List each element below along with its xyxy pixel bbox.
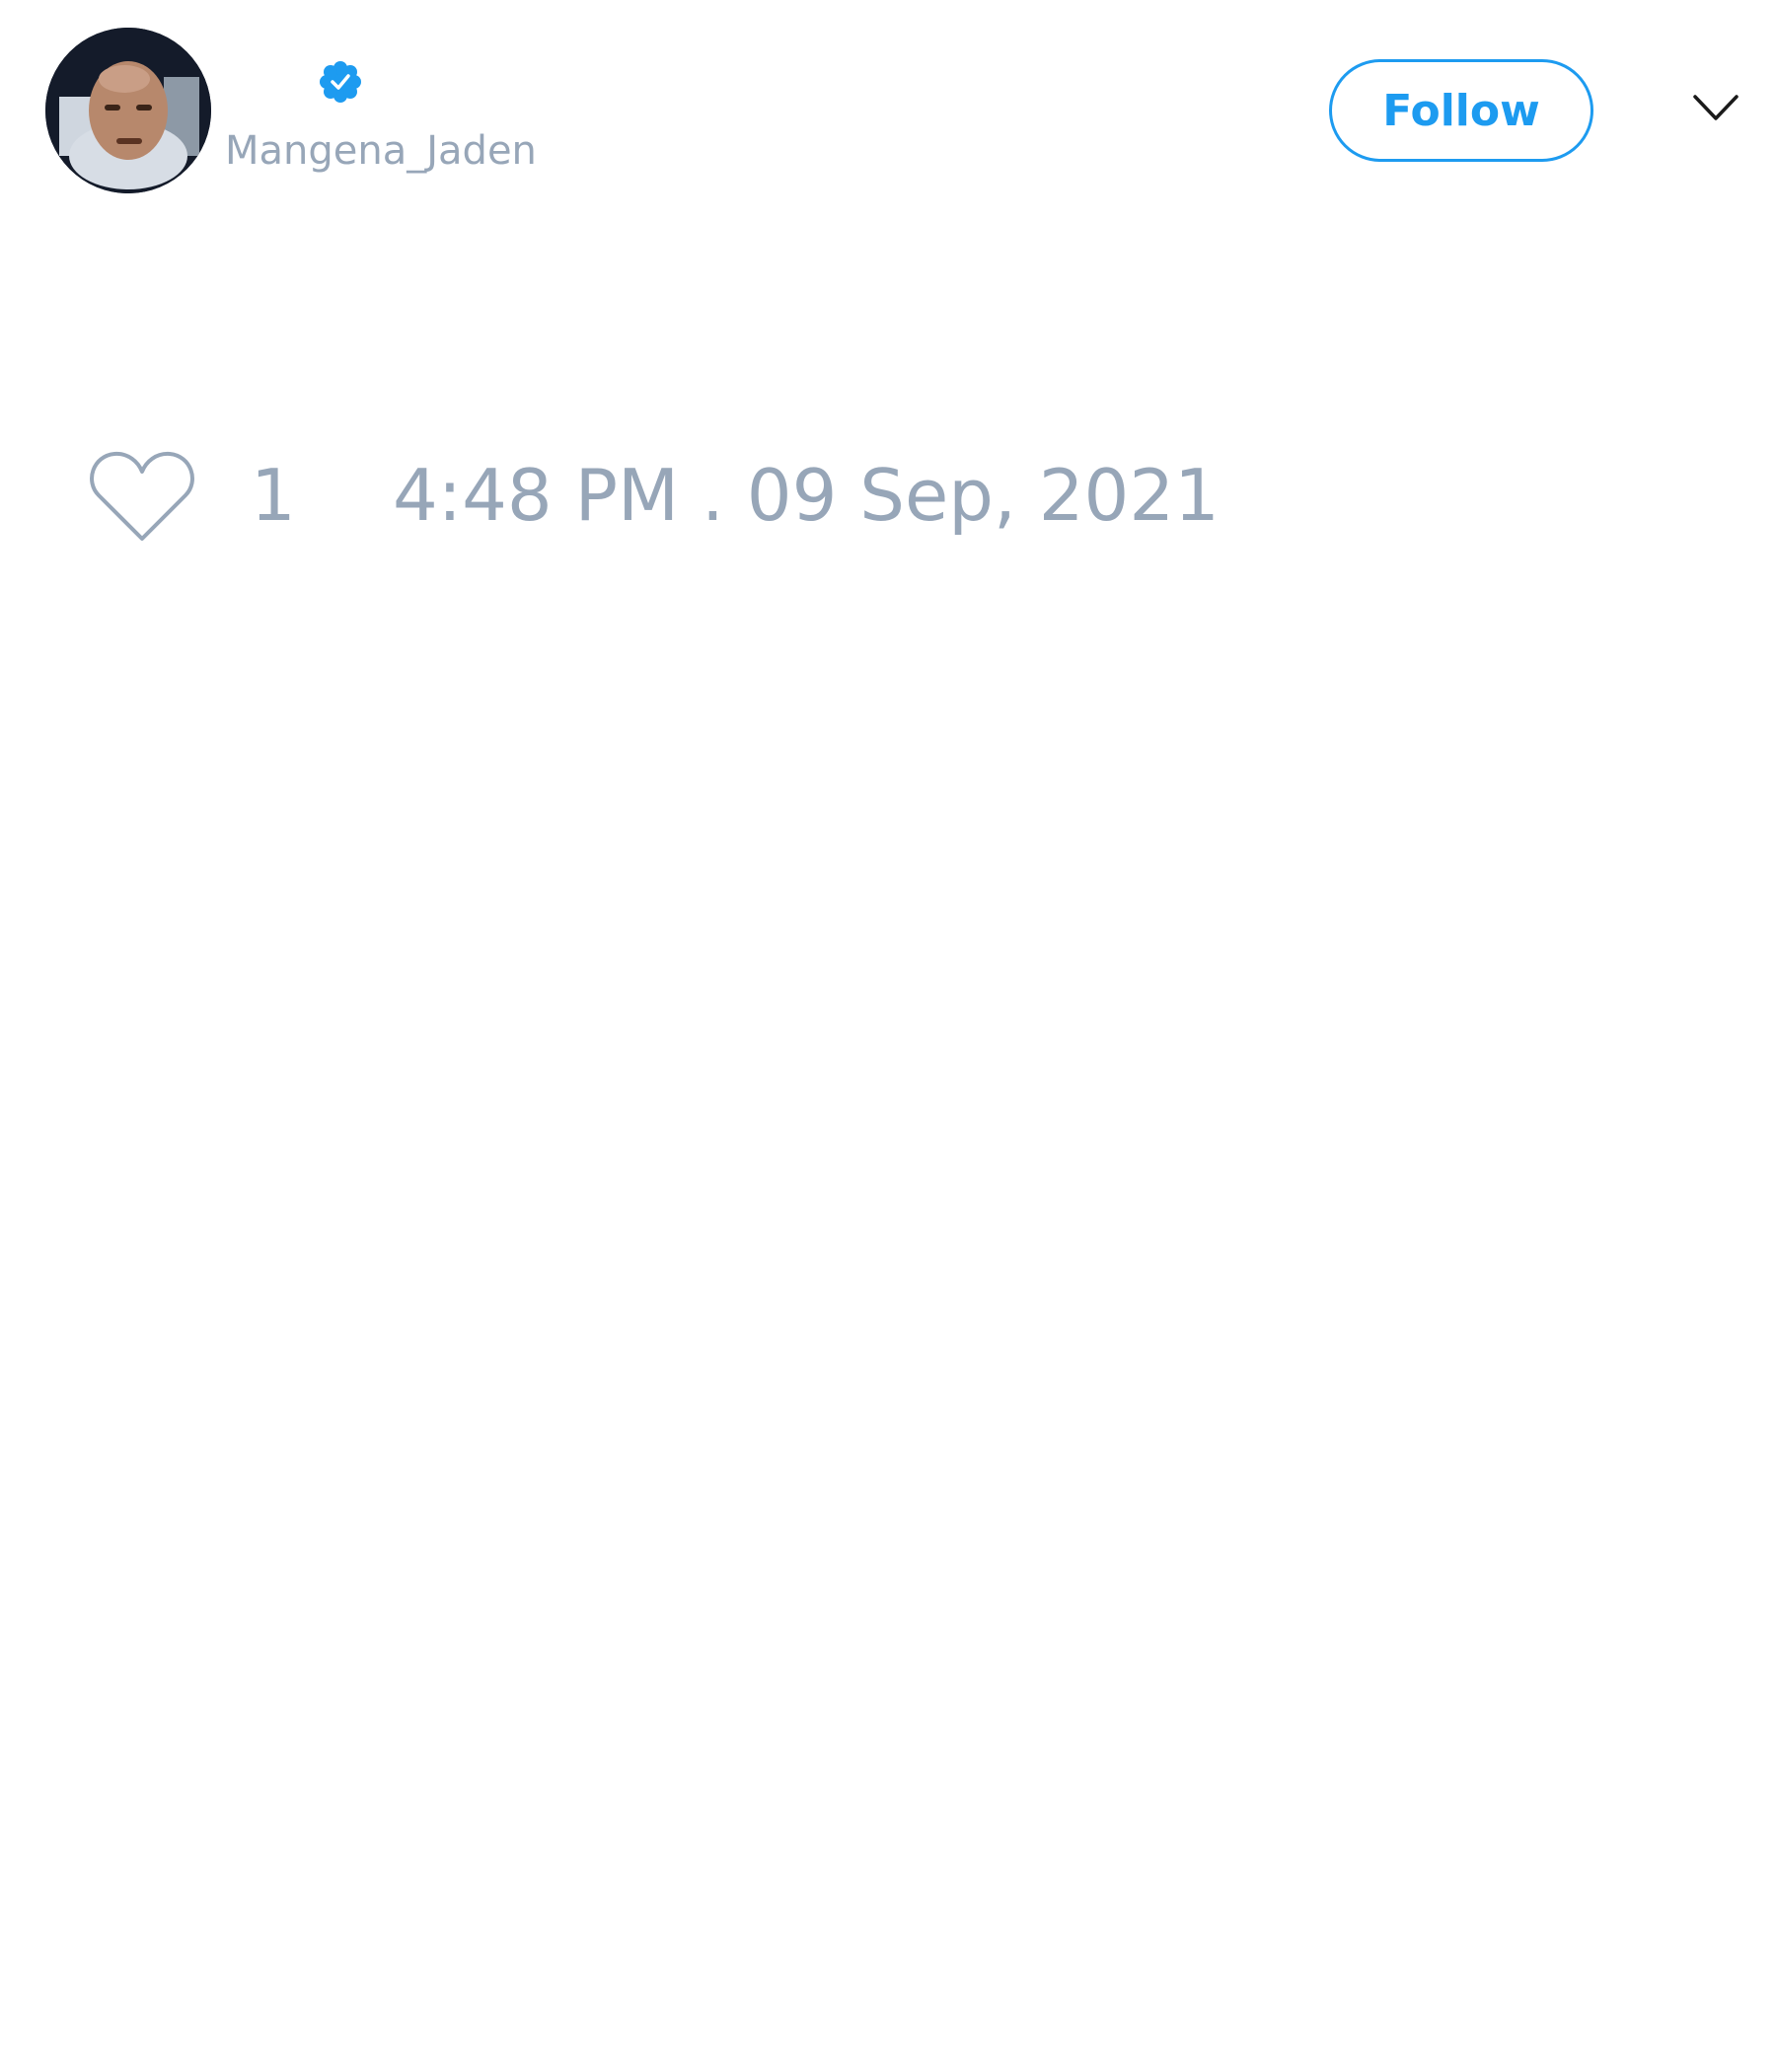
verified-badge-icon [320, 61, 361, 103]
avatar[interactable] [45, 28, 211, 193]
tweet-card: Mangena_Jaden Follow 1 4:48 PM . 09 Sep,… [0, 0, 1776, 2072]
heart-outline-icon[interactable] [89, 446, 195, 545]
username[interactable]: Mangena_Jaden [225, 126, 537, 176]
tweet-timestamp[interactable]: 4:48 PM . 09 Sep, 2021 [393, 456, 1220, 535]
chevron-down-icon[interactable] [1691, 91, 1740, 126]
follow-button[interactable]: Follow [1329, 59, 1593, 162]
like-count: 1 [251, 454, 296, 537]
avatar-photo [45, 28, 211, 193]
